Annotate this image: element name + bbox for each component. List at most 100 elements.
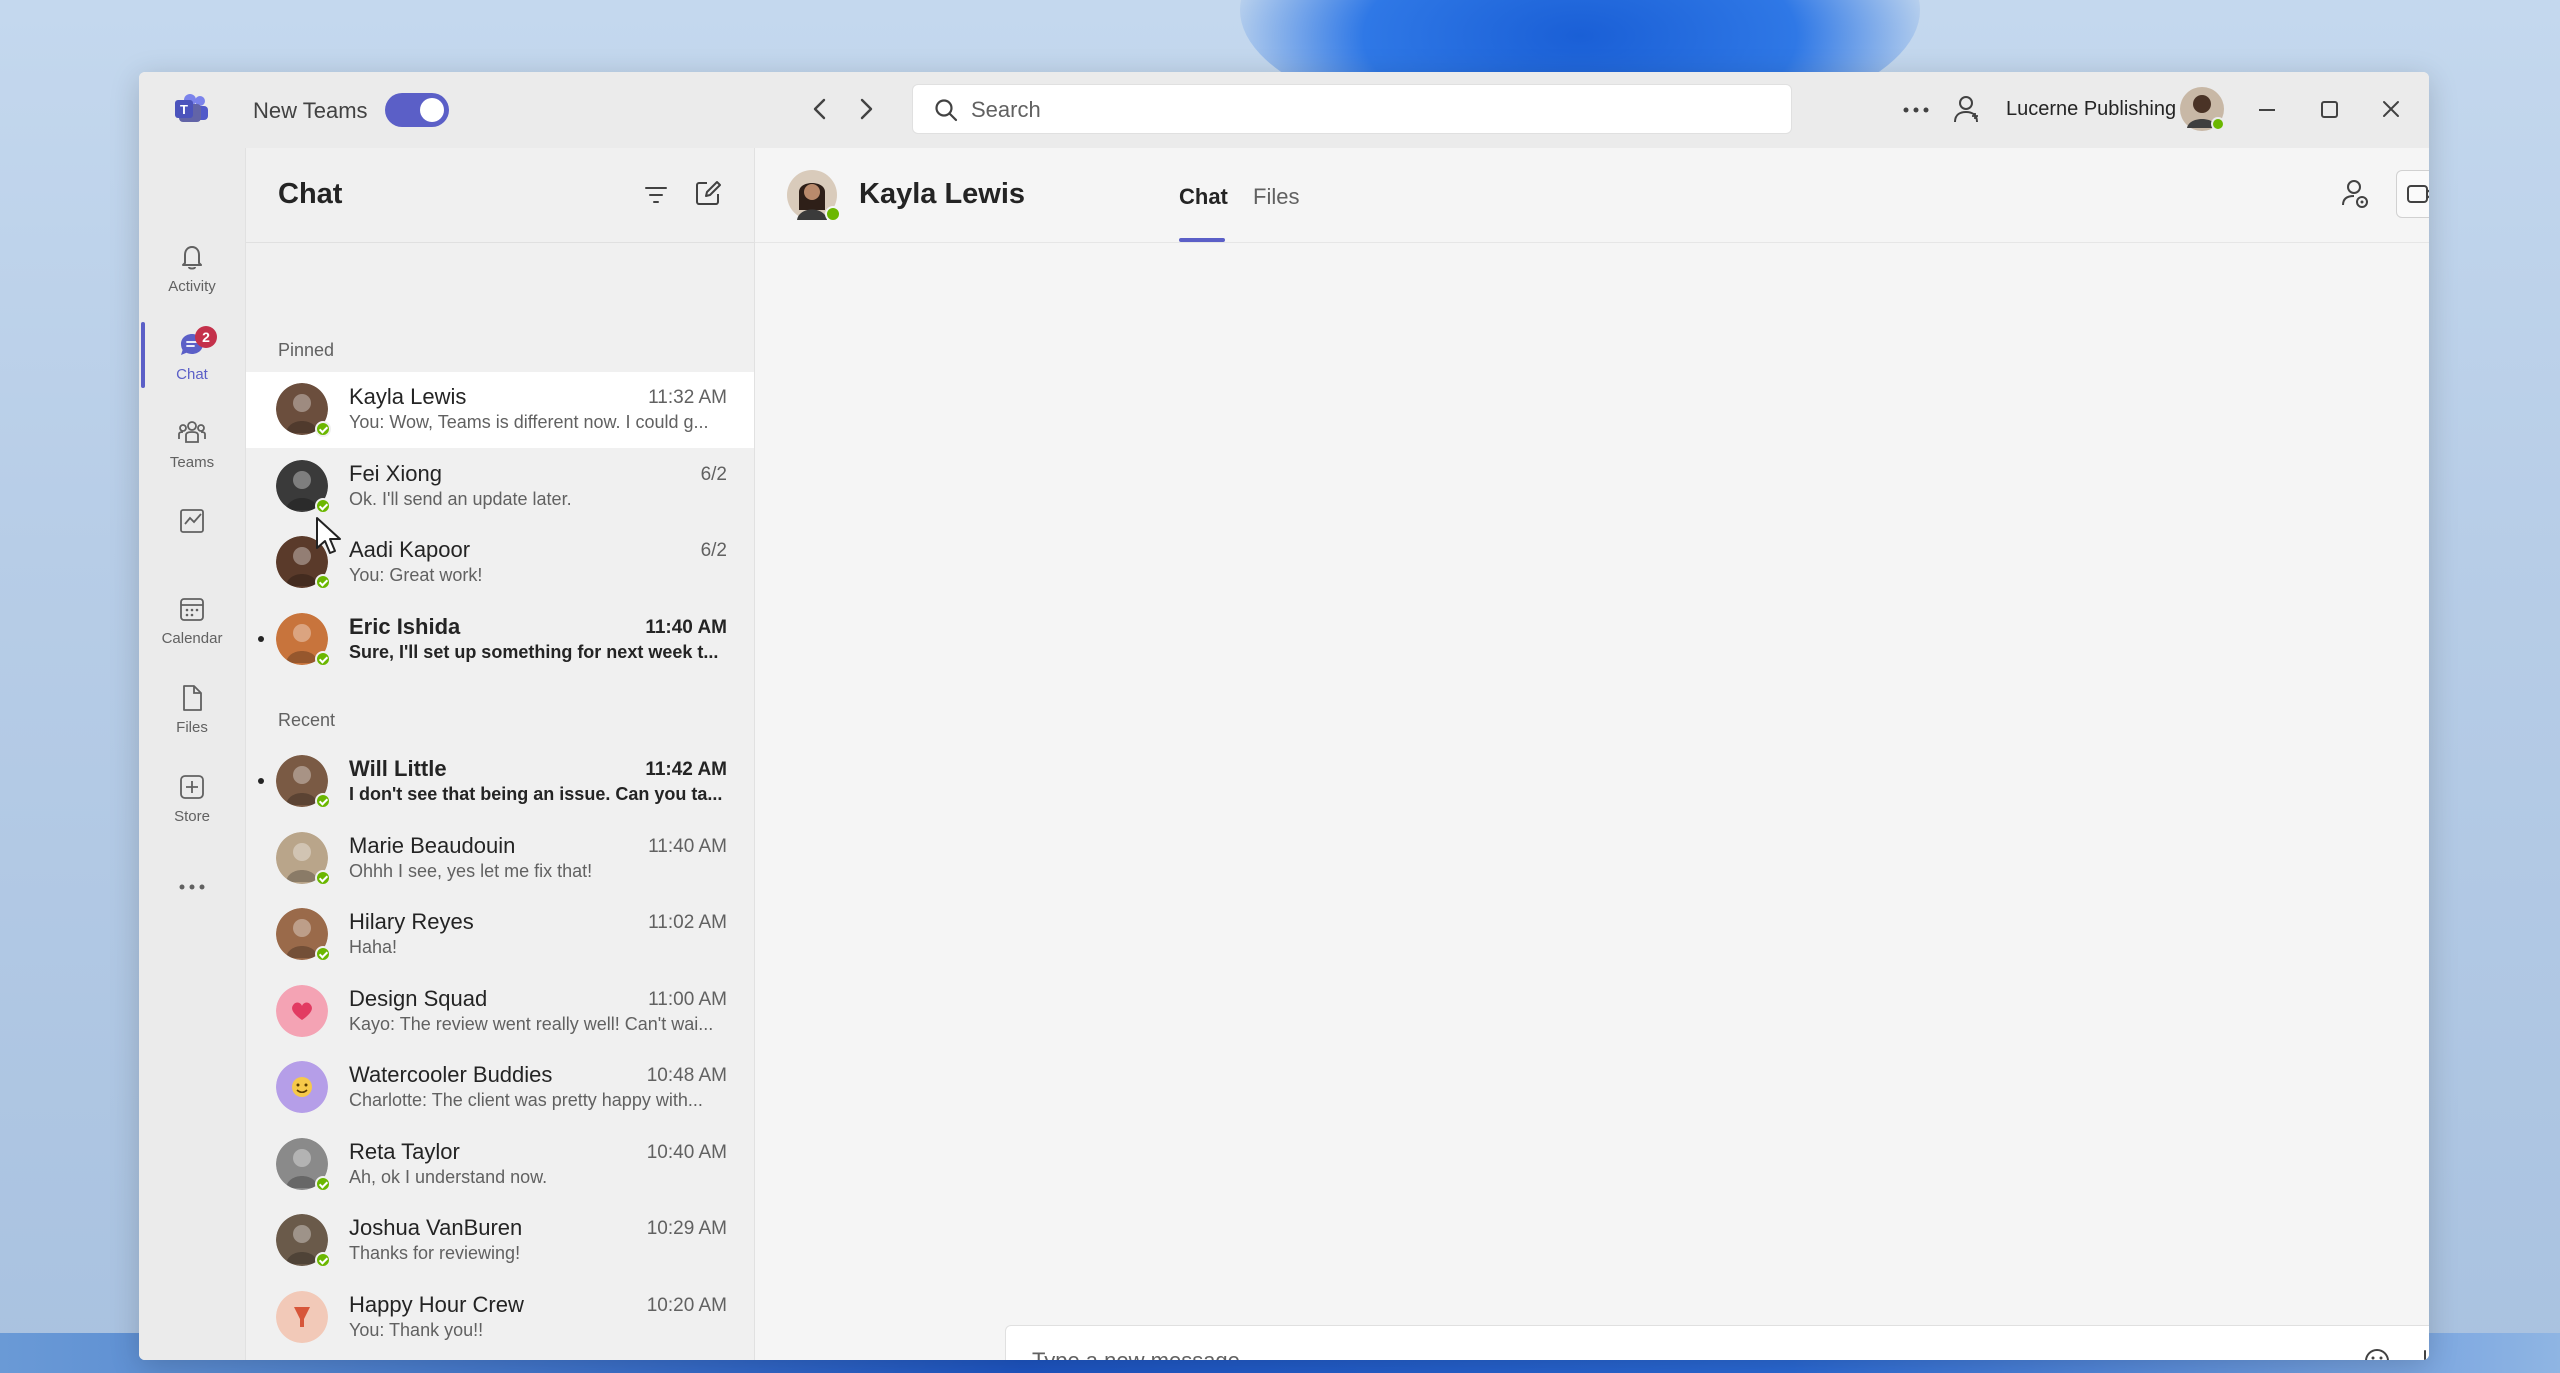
chat-name: Hilary Reyes bbox=[349, 909, 474, 934]
maximize-icon bbox=[2321, 101, 2338, 118]
tab-chat[interactable]: Chat bbox=[1179, 184, 1228, 210]
rail-label-files: Files bbox=[176, 719, 208, 736]
message-input[interactable] bbox=[1030, 1344, 2284, 1360]
chat-name: Aadi Kapoor bbox=[349, 537, 471, 562]
teams-logo-icon: T bbox=[175, 94, 208, 122]
chevron-left-icon bbox=[813, 98, 826, 120]
new-teams-toggle[interactable] bbox=[385, 93, 449, 127]
chat-list-item[interactable]: Kadji Bell10:02 AMYou: I like the idea, … bbox=[246, 1356, 755, 1360]
chat-list-item[interactable]: Watercooler Buddies 10:48 AM Charlotte: Th… bbox=[246, 1050, 755, 1126]
person-switch-icon[interactable] bbox=[1952, 94, 1982, 126]
chat-list-item[interactable]: Eric Ishida 11:40 AM Sure, I'll set up som… bbox=[246, 602, 755, 678]
chat-list-item[interactable]: Will Little 11:42 AM I don't see that bein… bbox=[246, 744, 755, 820]
back-button[interactable] bbox=[805, 92, 835, 126]
chat-preview: Ok. I'll send an update later. bbox=[349, 488, 572, 509]
forward-button[interactable] bbox=[851, 92, 881, 126]
message-composer[interactable] bbox=[1005, 1325, 2429, 1360]
chat-time: 6/2 bbox=[700, 463, 727, 485]
toggle-knob bbox=[420, 98, 444, 122]
chat-list-pane: Chat Pinned Recent Kayla Lewis 11:32 AM Yo… bbox=[245, 148, 755, 1360]
chat-list-item[interactable]: Reta Taylor 10:40 AM Ah, ok I understand n… bbox=[246, 1127, 755, 1203]
plus-icon[interactable] bbox=[2410, 1346, 2429, 1360]
filter-icon[interactable] bbox=[643, 184, 669, 206]
mouse-cursor-icon bbox=[316, 517, 341, 554]
chat-name: Will Little bbox=[349, 756, 447, 781]
presence-available-icon bbox=[315, 497, 331, 514]
chat-name: Marie Beaudouin bbox=[349, 832, 516, 858]
more-options-icon[interactable] bbox=[1901, 100, 1931, 120]
chat-name: Fei Xiong bbox=[349, 460, 442, 486]
chat-list-item[interactable]: Marie Beaudouin 11:40 AM Ohhh I see, yes l… bbox=[246, 821, 755, 897]
presence-available-icon bbox=[315, 650, 331, 667]
compose-icon[interactable] bbox=[693, 178, 723, 208]
title-bar: T New Teams Lucerne Publishing bbox=[139, 72, 2429, 148]
chat-preview: Sure, I'll set up something for next wee… bbox=[349, 641, 719, 662]
presence-available-icon bbox=[315, 869, 331, 886]
chat-name: Reta Taylor bbox=[349, 1138, 460, 1164]
chat-preview: Charlotte: The client was pretty happy w… bbox=[349, 1090, 703, 1110]
chevron-right-icon bbox=[860, 98, 873, 120]
minimize-button[interactable] bbox=[2247, 92, 2287, 128]
minimize-icon bbox=[2259, 109, 2275, 111]
chat-time: 11:32 AM bbox=[648, 387, 727, 408]
maximize-button[interactable] bbox=[2309, 92, 2349, 128]
chat-preview: Kayo: The review went really well! Can't… bbox=[349, 1013, 714, 1034]
chat-name: Watercooler Buddies bbox=[349, 1062, 553, 1087]
chat-time: 10:40 AM bbox=[646, 1141, 727, 1163]
rail-item-chat[interactable]: 2 Chat bbox=[139, 324, 245, 404]
teams-window: T New Teams Lucerne Publishing bbox=[139, 72, 2429, 1360]
chat-time: 6/2 bbox=[700, 540, 727, 561]
unread-indicator bbox=[258, 778, 264, 784]
emoji-icon[interactable] bbox=[2362, 1346, 2392, 1360]
rail-label-calendar: Calendar bbox=[161, 630, 223, 647]
file-icon bbox=[183, 685, 202, 711]
rail-item-files[interactable]: Files bbox=[139, 677, 245, 757]
tab-files[interactable]: Files bbox=[1253, 184, 1299, 210]
chat-time: 10:29 AM bbox=[646, 1218, 727, 1239]
app-rail: Activity 2 Chat Teams Calendar Files Sto… bbox=[139, 148, 245, 1360]
rail-more-button[interactable] bbox=[139, 876, 245, 906]
chat-name: Kayla Lewis bbox=[349, 384, 467, 409]
emoji-icon bbox=[276, 1061, 328, 1113]
chat-list-item[interactable]: Design Squad 11:00 AM Kayo: The review wen… bbox=[246, 974, 755, 1050]
chat-list-item[interactable]: Kayla Lewis 11:32 AM You: Wow, Teams is di… bbox=[246, 372, 755, 448]
close-icon bbox=[2383, 101, 2399, 117]
meet-icon bbox=[180, 509, 204, 533]
chat-preview: Ah, ok I understand now. bbox=[349, 1166, 548, 1187]
chat-preview: You: Great work! bbox=[349, 565, 483, 585]
close-button[interactable] bbox=[2371, 92, 2411, 128]
calendar-icon bbox=[180, 598, 204, 621]
presence-available-icon bbox=[315, 421, 331, 437]
video-call-button[interactable] bbox=[2396, 170, 2429, 218]
org-name[interactable]: Lucerne Publishing bbox=[2006, 98, 2176, 121]
search-input[interactable] bbox=[969, 93, 1753, 127]
people-settings-button[interactable] bbox=[2331, 170, 2381, 218]
chat-preview: You: Thank you!! bbox=[349, 1319, 484, 1340]
rail-item-store[interactable]: Store bbox=[139, 766, 245, 846]
video-icon bbox=[2407, 185, 2429, 203]
rail-item-calendar[interactable]: Calendar bbox=[139, 588, 245, 668]
conversation-name: Kayla Lewis bbox=[859, 178, 1026, 210]
rail-item-teams[interactable]: Teams bbox=[139, 412, 245, 492]
presence-available-icon bbox=[315, 946, 331, 962]
new-teams-label: New Teams bbox=[253, 98, 368, 123]
rail-label-store: Store bbox=[174, 808, 210, 825]
chat-time: 11:40 AM bbox=[648, 835, 727, 857]
search-box[interactable] bbox=[912, 84, 1792, 134]
presence-available-icon bbox=[825, 206, 841, 222]
chat-list-item[interactable]: Happy Hour Crew 10:20 AM You: Thank you!! bbox=[246, 1280, 755, 1356]
chat-list-item[interactable]: Joshua VanBuren 10:29 AM Thanks for review… bbox=[246, 1203, 755, 1279]
rail-label-activity: Activity bbox=[168, 278, 216, 295]
chat-preview: Ohhh I see, yes let me fix that! bbox=[349, 860, 593, 881]
chat-preview: Haha! bbox=[349, 937, 398, 957]
chat-time: 11:40 AM bbox=[645, 616, 727, 638]
rail-item-activity[interactable]: Activity bbox=[139, 236, 245, 316]
chat-list-item[interactable]: Hilary Reyes 11:02 AM Haha! bbox=[246, 897, 755, 973]
chat-preview: I don't see that being an issue. Can you… bbox=[349, 784, 723, 804]
rail-item-meet[interactable] bbox=[139, 500, 245, 580]
chat-time: 10:20 AM bbox=[646, 1294, 727, 1316]
svg-text:T: T bbox=[180, 102, 188, 117]
profile-avatar[interactable] bbox=[2179, 86, 2225, 132]
chat-list-item[interactable]: Fei Xiong 6/2 Ok. I'll send an update late… bbox=[246, 449, 755, 525]
chat-name: Eric Ishida bbox=[349, 613, 461, 639]
